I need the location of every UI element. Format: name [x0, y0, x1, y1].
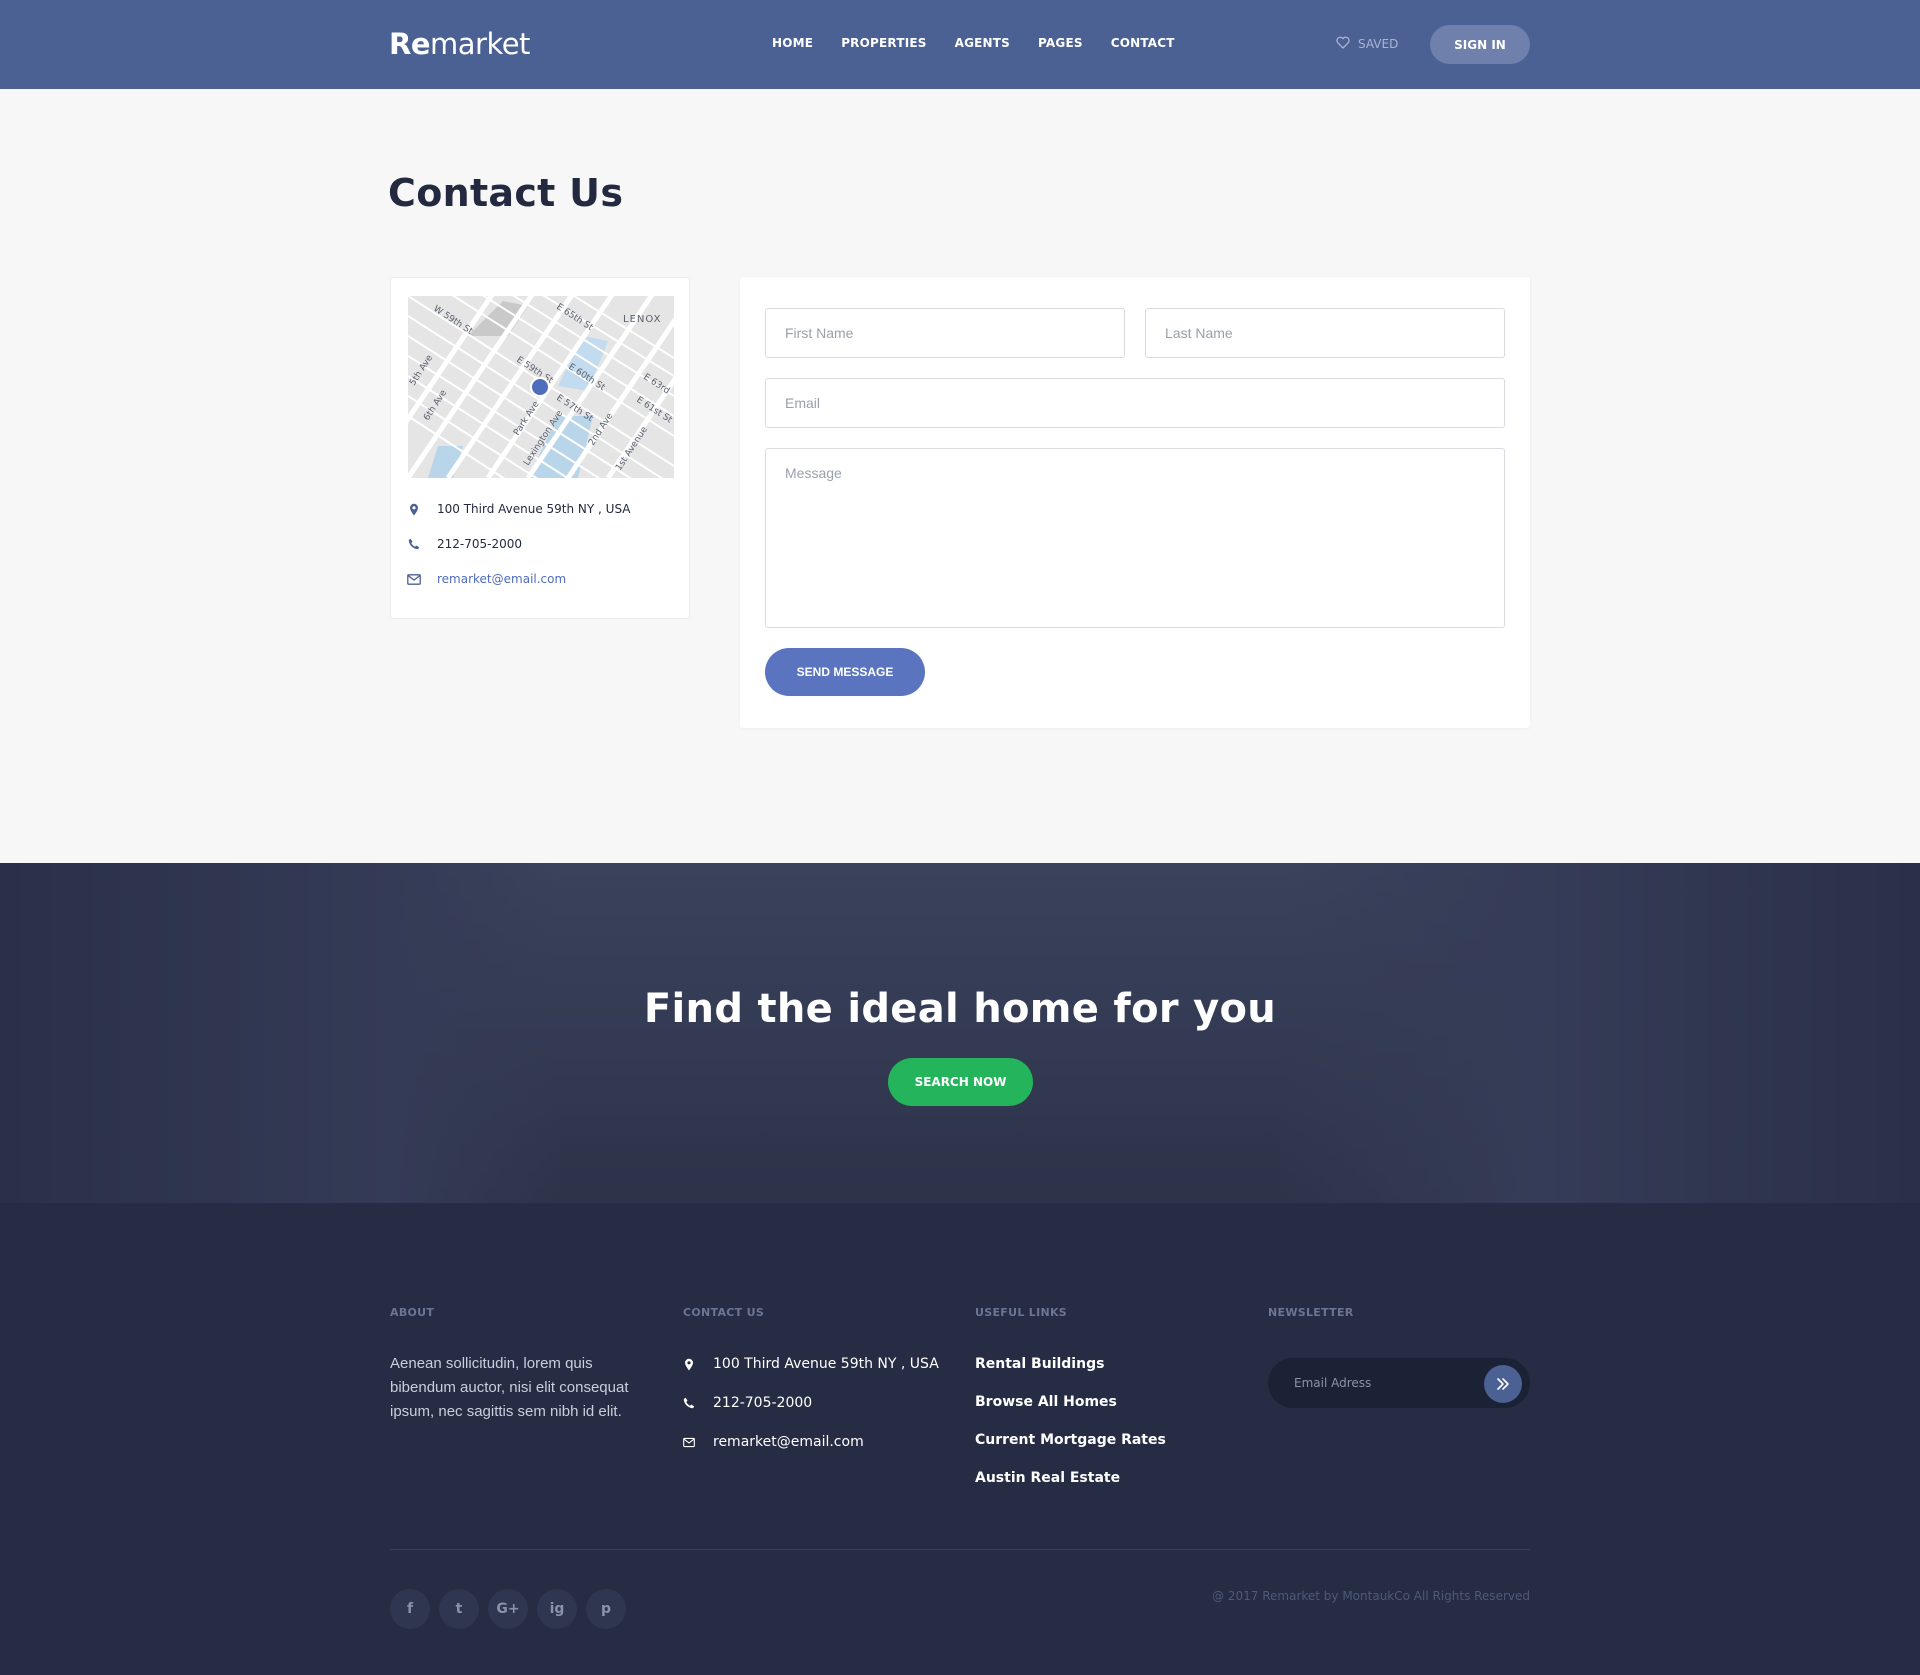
message-textarea[interactable] — [765, 448, 1505, 628]
banner-title: Find the ideal home for you — [643, 986, 1277, 1032]
envelope-icon — [683, 1437, 695, 1448]
main-nav: HOME PROPERTIES AGENTS PAGES CONTACT — [772, 36, 1203, 50]
footer-phone: 212-705-2000 — [683, 1395, 812, 1411]
footer-divider — [390, 1549, 1530, 1550]
sign-in-button[interactable]: SIGN IN — [1430, 25, 1530, 64]
send-message-button[interactable]: SEND MESSAGE — [765, 648, 925, 696]
site-header: Remarket HOME PROPERTIES AGENTS PAGES CO… — [0, 0, 1920, 89]
nav-pages[interactable]: PAGES — [1038, 36, 1083, 50]
footer-contact-title: CONTACT US — [683, 1306, 765, 1319]
footer-link-mortgage-rates[interactable]: Current Mortgage Rates — [975, 1432, 1166, 1448]
phone-text: 212-705-2000 — [437, 537, 523, 551]
info-address: 100 Third Avenue 59th NY , USA — [407, 502, 631, 516]
contact-form: SEND MESSAGE — [740, 277, 1530, 728]
map-pin-icon — [407, 503, 421, 516]
footer-email: remarket@email.com — [683, 1434, 864, 1450]
email-link[interactable]: remarket@email.com — [437, 572, 566, 586]
info-email: remarket@email.com — [407, 572, 566, 586]
footer-email-link[interactable]: remarket@email.com — [713, 1434, 864, 1450]
copyright-text: @ 2017 Remarket by MontaukCo All Rights … — [1212, 1589, 1530, 1603]
email-input[interactable] — [765, 378, 1505, 428]
footer-link-austin-real-estate[interactable]: Austin Real Estate — [975, 1470, 1120, 1486]
newsletter-form — [1268, 1358, 1530, 1408]
footer-address: 100 Third Avenue 59th NY , USA — [683, 1356, 939, 1372]
logo-bold-text: Re — [389, 27, 431, 61]
site-footer: ABOUT CONTACT US USEFUL LINKS NEWSLETTER… — [0, 1203, 1920, 1675]
heart-icon — [1336, 36, 1350, 52]
footer-about-title: ABOUT — [390, 1306, 435, 1319]
footer-link-rental-buildings[interactable]: Rental Buildings — [975, 1356, 1104, 1372]
facebook-icon[interactable]: f — [390, 1589, 430, 1629]
location-map[interactable]: LENOX E 59th St E 60th St E 57th St E 61… — [408, 296, 674, 478]
map-marker-icon[interactable] — [530, 377, 550, 397]
newsletter-submit-button[interactable] — [1484, 1365, 1522, 1403]
footer-link-browse-homes[interactable]: Browse All Homes — [975, 1394, 1117, 1410]
footer-about-text: Aenean sollicitudin, lorem quis bibendum… — [390, 1355, 629, 1420]
pinterest-icon[interactable]: p — [586, 1589, 626, 1629]
envelope-icon — [407, 573, 421, 585]
footer-phone-text: 212-705-2000 — [713, 1395, 813, 1411]
info-phone: 212-705-2000 — [407, 537, 522, 551]
site-logo[interactable]: Remarket — [389, 27, 530, 61]
double-chevron-right-icon — [1496, 1375, 1510, 1394]
instagram-icon[interactable]: ig — [537, 1589, 577, 1629]
social-links: f t G+ ig p — [390, 1589, 626, 1629]
phone-icon — [407, 538, 421, 550]
nav-agents[interactable]: AGENTS — [955, 36, 1010, 50]
banner-background-left — [0, 863, 560, 1203]
footer-links-title: USEFUL LINKS — [975, 1306, 1068, 1319]
search-now-button[interactable]: SEARCH NOW — [888, 1058, 1033, 1106]
contact-info-card: LENOX E 59th St E 60th St E 57th St E 61… — [390, 277, 690, 619]
last-name-input[interactable] — [1145, 308, 1505, 358]
cta-banner: Find the ideal home for you SEARCH NOW — [0, 863, 1920, 1203]
nav-contact[interactable]: CONTACT — [1111, 36, 1175, 50]
address-text: 100 Third Avenue 59th NY , USA — [437, 502, 631, 516]
nav-properties[interactable]: PROPERTIES — [841, 36, 926, 50]
banner-background-street — [560, 1113, 1280, 1203]
logo-text: market — [430, 27, 530, 61]
nav-home[interactable]: HOME — [772, 36, 813, 50]
footer-newsletter-title: NEWSLETTER — [1268, 1306, 1354, 1319]
saved-link[interactable]: SAVED — [1336, 36, 1398, 52]
footer-address-text: 100 Third Avenue 59th NY , USA — [713, 1356, 939, 1372]
google-plus-icon[interactable]: G+ — [488, 1589, 528, 1629]
newsletter-email-input[interactable] — [1294, 1374, 1474, 1392]
banner-background-right — [1280, 863, 1920, 1203]
map-label-lenox: LENOX — [623, 314, 661, 325]
saved-label: SAVED — [1358, 37, 1399, 51]
first-name-input[interactable] — [765, 308, 1125, 358]
map-pin-icon — [683, 1358, 695, 1371]
twitter-icon[interactable]: t — [439, 1589, 479, 1629]
phone-icon — [683, 1397, 695, 1409]
page-title: Contact Us — [388, 171, 624, 215]
